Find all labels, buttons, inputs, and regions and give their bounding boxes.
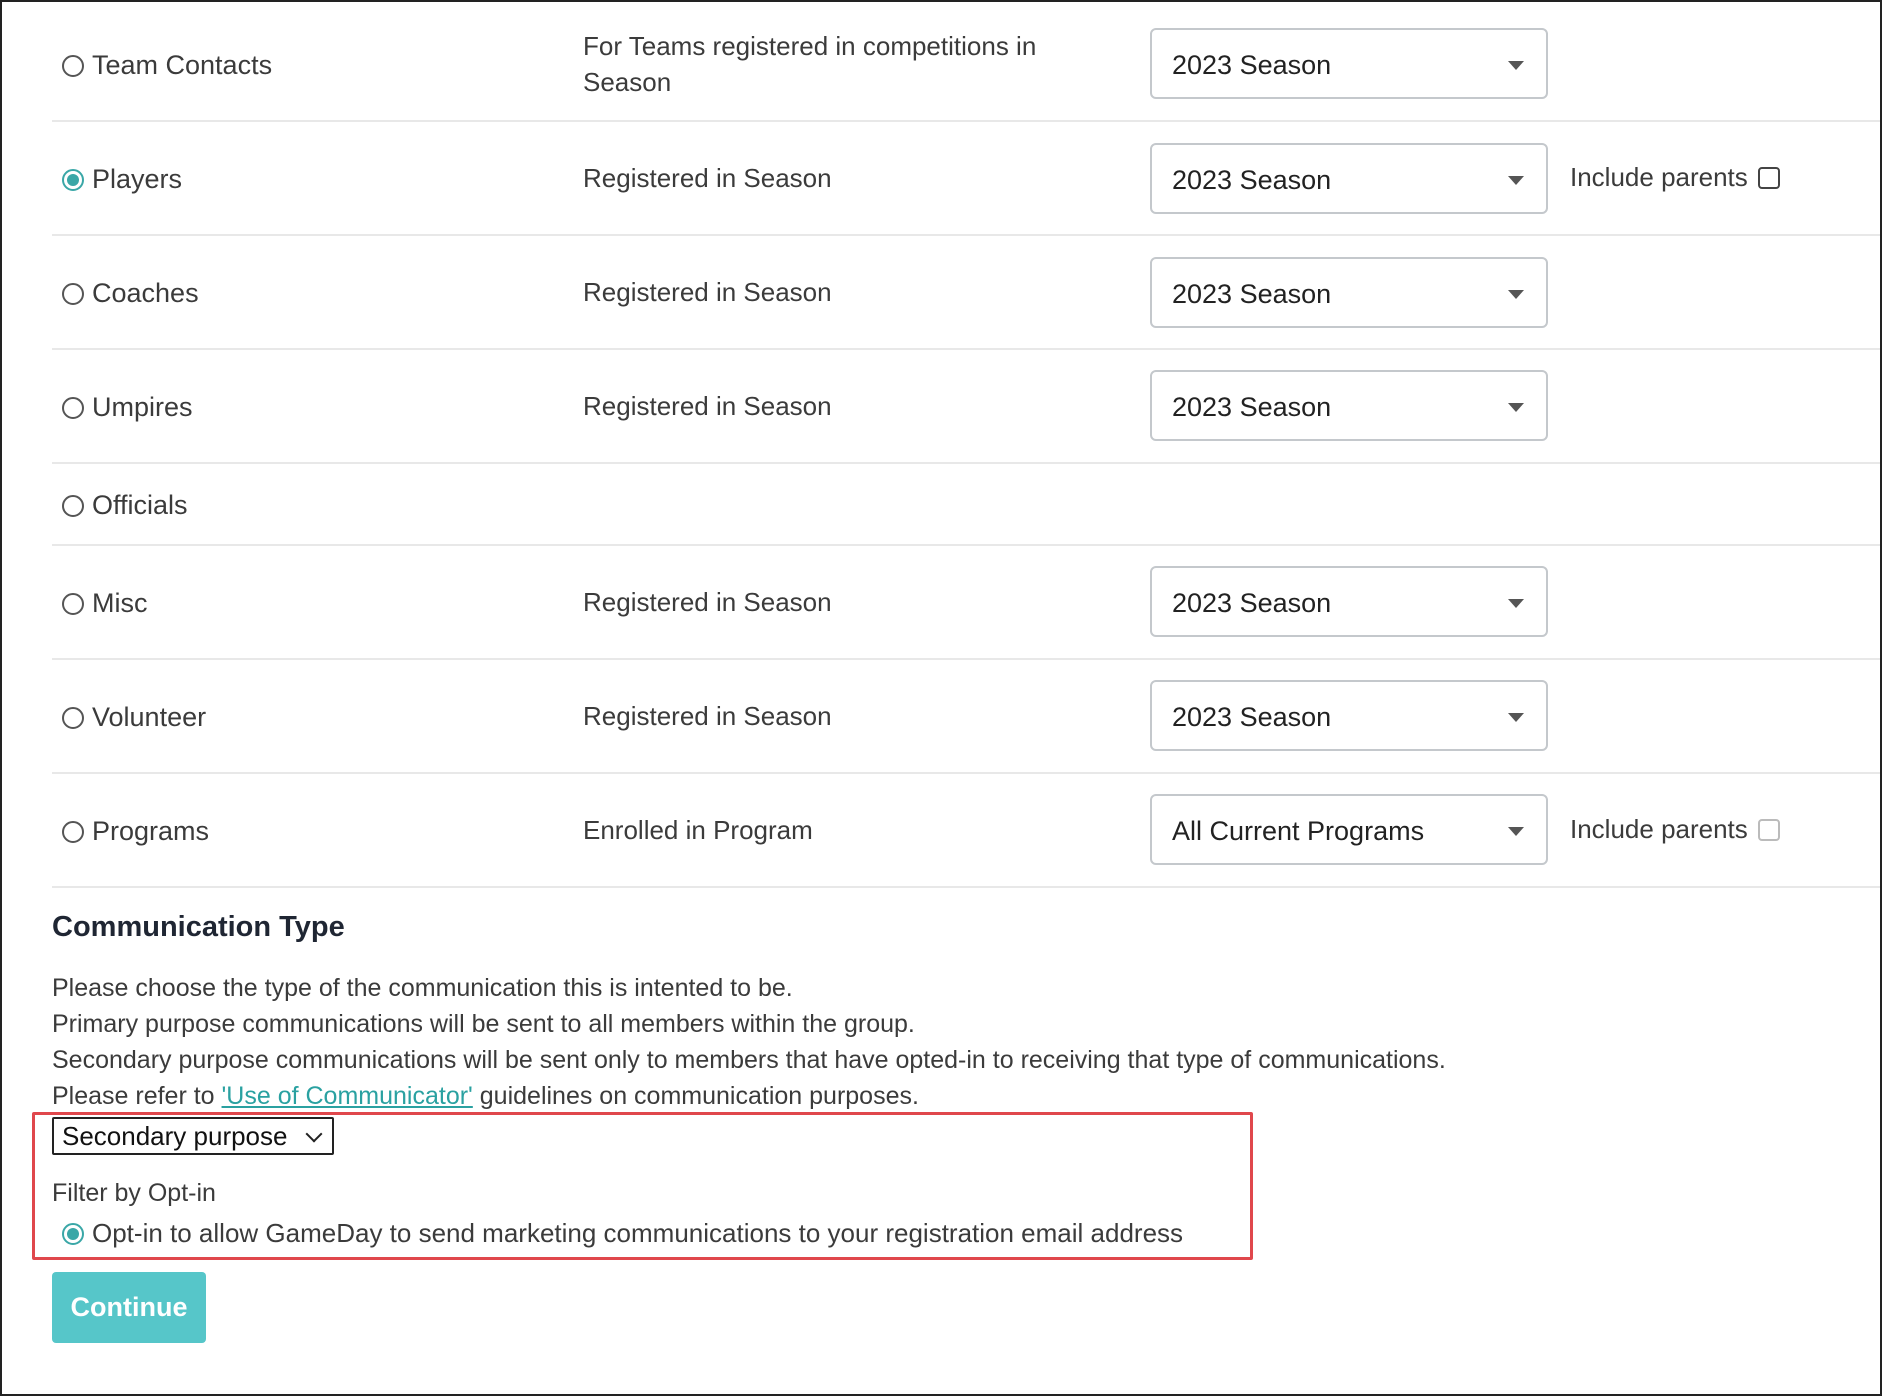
programs-select[interactable]: All Current Programs [1150, 794, 1548, 865]
team-contacts-radio[interactable] [62, 54, 84, 77]
include-parents-checkbox[interactable] [1757, 818, 1780, 841]
team-contacts-season-value: 2023 Season [1172, 50, 1332, 80]
coaches-season-select[interactable]: 2023 Season [1150, 257, 1548, 328]
coaches-label: Coaches [92, 278, 199, 308]
officials-radio[interactable] [62, 494, 84, 517]
umpires-option[interactable]: Umpires [62, 392, 193, 423]
caret-down-icon [1508, 599, 1524, 608]
umpires-description: Registered in Season [583, 388, 832, 424]
umpires-radio[interactable] [62, 396, 84, 419]
include-parents-label: Include parents [1570, 814, 1748, 844]
coaches-radio[interactable] [62, 282, 84, 305]
continue-button[interactable]: Continue [52, 1272, 206, 1343]
highlight-box [32, 1112, 1253, 1260]
volunteer-season-select[interactable]: 2023 Season [1150, 680, 1548, 751]
communication-description: Please choose the type of the communicat… [52, 970, 1446, 1114]
umpires-desc-line1: Registered in Season [583, 391, 832, 421]
include-parents-checkbox[interactable] [1757, 166, 1780, 189]
communication-line-3: Secondary purpose communications will be… [52, 1046, 1446, 1074]
communication-line-1: Please choose the type of the communicat… [52, 974, 793, 1002]
caret-down-icon [1508, 176, 1524, 185]
misc-season-select[interactable]: 2023 Season [1150, 566, 1548, 637]
communication-line-4: Please refer to 'Use of Communicator' gu… [52, 1078, 1446, 1114]
umpires-label: Umpires [92, 392, 193, 422]
volunteer-label: Volunteer [92, 702, 207, 732]
players-radio[interactable] [62, 168, 84, 191]
programs-radio[interactable] [62, 820, 84, 843]
volunteer-radio[interactable] [62, 706, 84, 729]
caret-down-icon [1508, 827, 1524, 836]
programs-select-value: All Current Programs [1172, 816, 1425, 846]
recipient-row-misc: Misc Registered in Season 2023 Season [52, 546, 1880, 660]
coaches-season-value: 2023 Season [1172, 279, 1332, 309]
volunteer-description: Registered in Season [583, 698, 832, 734]
programs-include-parents[interactable]: Include parents [1570, 814, 1780, 845]
include-parents-label: Include parents [1570, 162, 1748, 192]
communication-line-2: Primary purpose communications will be s… [52, 1010, 915, 1038]
communication-line-4-post: guidelines on communication purposes. [472, 1082, 919, 1110]
misc-season-value: 2023 Season [1172, 588, 1332, 618]
players-include-parents[interactable]: Include parents [1570, 162, 1780, 193]
volunteer-desc-line1: Registered in Season [583, 701, 832, 731]
programs-option[interactable]: Programs [62, 816, 209, 847]
umpires-season-select[interactable]: 2023 Season [1150, 370, 1548, 441]
officials-option[interactable]: Officials [62, 490, 188, 521]
volunteer-season-value: 2023 Season [1172, 702, 1332, 732]
misc-option[interactable]: Misc [62, 588, 148, 619]
coaches-option[interactable]: Coaches [62, 278, 199, 309]
misc-radio[interactable] [62, 592, 84, 615]
players-description: Registered in Season [583, 160, 832, 196]
players-season-value: 2023 Season [1172, 165, 1332, 195]
use-of-communicator-link[interactable]: 'Use of Communicator' [222, 1082, 473, 1110]
recipient-row-programs: Programs Enrolled in Program All Current… [52, 774, 1880, 888]
team-contacts-desc-line1: For Teams registered in competitions in [583, 31, 1037, 61]
umpires-season-value: 2023 Season [1172, 392, 1332, 422]
recipient-row-team-contacts: Team Contacts For Teams registered in co… [52, 2, 1880, 122]
recipient-row-umpires: Umpires Registered in Season 2023 Season [52, 350, 1880, 464]
misc-desc-line1: Registered in Season [583, 587, 832, 617]
coaches-description: Registered in Season [583, 274, 832, 310]
team-contacts-option[interactable]: Team Contacts [62, 50, 272, 81]
players-season-select[interactable]: 2023 Season [1150, 143, 1548, 214]
recipient-row-volunteer: Volunteer Registered in Season 2023 Seas… [52, 660, 1880, 774]
programs-label: Programs [92, 816, 210, 846]
misc-description: Registered in Season [583, 584, 832, 620]
recipient-row-officials: Officials [52, 464, 1880, 546]
communicator-panel: Team Contacts For Teams registered in co… [0, 0, 1882, 1396]
misc-label: Misc [92, 588, 148, 618]
volunteer-option[interactable]: Volunteer [62, 702, 206, 733]
officials-label: Officials [92, 490, 188, 520]
coaches-desc-line1: Registered in Season [583, 277, 832, 307]
players-label: Players [92, 164, 183, 194]
caret-down-icon [1508, 290, 1524, 299]
programs-desc-line1: Enrolled in Program [583, 815, 813, 845]
team-contacts-desc-line2: Season [583, 67, 672, 97]
recipient-row-players: Players Registered in Season 2023 Season… [52, 122, 1880, 236]
caret-down-icon [1508, 61, 1524, 70]
caret-down-icon [1508, 713, 1524, 722]
players-desc-line1: Registered in Season [583, 163, 832, 193]
recipient-row-coaches: Coaches Registered in Season 2023 Season [52, 236, 1880, 350]
team-contacts-description: For Teams registered in competitions in … [583, 28, 1036, 100]
communication-line-4-pre: Please refer to [52, 1082, 222, 1110]
team-contacts-label: Team Contacts [92, 50, 273, 80]
programs-description: Enrolled in Program [583, 812, 813, 848]
players-option[interactable]: Players [62, 164, 182, 195]
communication-type-heading: Communication Type [52, 911, 345, 943]
caret-down-icon [1508, 403, 1524, 412]
team-contacts-season-select[interactable]: 2023 Season [1150, 28, 1548, 99]
